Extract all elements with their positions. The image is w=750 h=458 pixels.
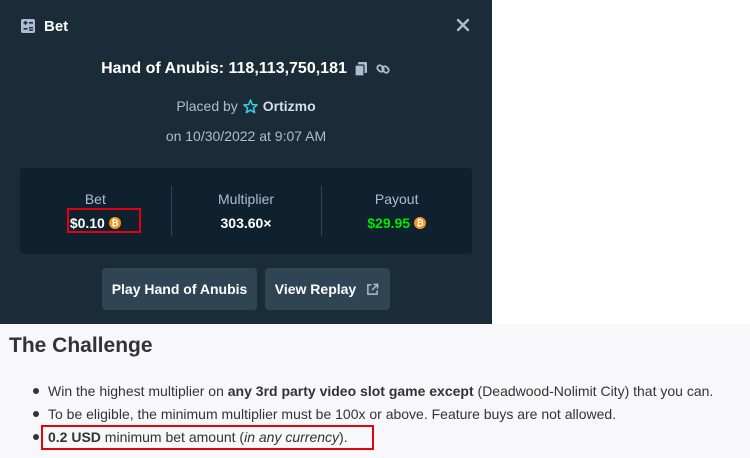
star-icon: [243, 98, 259, 114]
modal-header: Bet: [20, 16, 68, 36]
min-bet-highlight-box: [41, 425, 374, 450]
user-link[interactable]: Ortizmo: [243, 98, 316, 114]
view-replay-label: View Replay: [274, 281, 357, 297]
game-title-line: Hand of Anubis: 118,113,750,181: [0, 60, 492, 78]
bitcoin-icon: ₿: [414, 217, 427, 229]
payout-amount: $29.95 ₿: [367, 215, 427, 231]
game-name-id: Hand of Anubis: 118,113,750,181: [101, 60, 347, 77]
bet-highlight-box: [67, 208, 141, 233]
placed-by: Placed by Ortizmo: [0, 98, 492, 114]
bet-slip-icon: [20, 18, 36, 34]
bet-date: on 10/30/2022 at 9:07 AM: [165, 128, 327, 144]
view-replay-button[interactable]: View Replay: [265, 268, 390, 310]
play-game-button[interactable]: Play Hand of Anubis: [102, 268, 257, 310]
rule-text-bold: any 3rd party video slot game except: [227, 383, 474, 399]
rule-text: Win the highest multiplier on: [48, 383, 228, 399]
challenge-article: The Challenge Win the highest multiplier…: [0, 324, 750, 458]
external-link-icon: [364, 281, 380, 297]
copy-icon[interactable]: [353, 61, 369, 77]
stat-payout: Payout $29.95 ₿: [321, 168, 472, 254]
payout-value: $29.95: [367, 215, 411, 231]
bet-label: Bet: [84, 191, 106, 207]
rule-text: (Deadwood-Nolimit City) that you can.: [473, 383, 714, 399]
placed-by-label: Placed by: [176, 98, 238, 114]
rule-text: To be eligible, the minimum multiplier m…: [48, 406, 617, 422]
rule-item: Win the highest multiplier on any 3rd pa…: [30, 382, 713, 405]
challenge-heading: The Challenge: [9, 334, 153, 357]
link-icon[interactable]: [375, 61, 391, 77]
bet-modal: Bet Hand of Anubis: 118,113,750,181 Plac…: [0, 0, 492, 324]
multiplier-label: Multiplier: [218, 191, 275, 207]
username: Ortizmo: [262, 98, 316, 114]
play-game-label: Play Hand of Anubis: [111, 281, 248, 297]
multiplier-value: 303.60×: [220, 215, 272, 231]
close-icon[interactable]: [454, 16, 472, 34]
modal-title: Bet: [44, 17, 69, 35]
stat-multiplier: Multiplier 303.60×: [170, 168, 322, 254]
payout-label: Payout: [374, 191, 419, 207]
